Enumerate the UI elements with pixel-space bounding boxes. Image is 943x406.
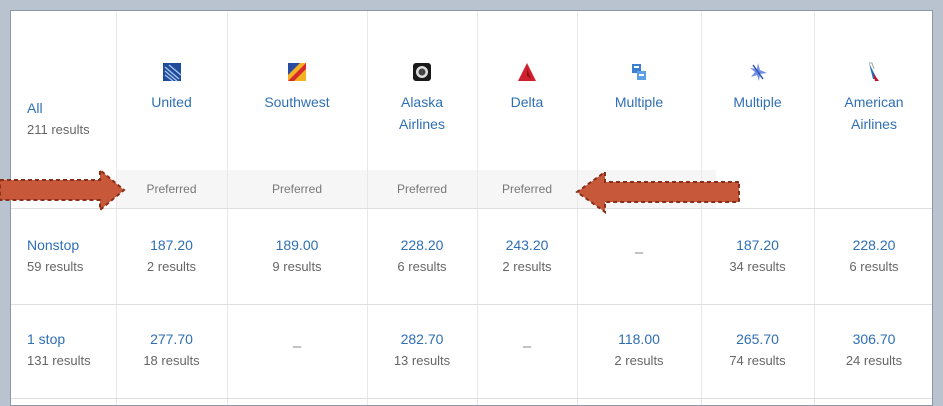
all-count: 211 results [27, 122, 90, 137]
arrow-left-annotation [575, 170, 740, 214]
price-cell[interactable]: 306.70 24 results [814, 304, 932, 398]
result-count: 13 results [393, 353, 451, 368]
preferred-label: Preferred [146, 182, 197, 196]
airline-matrix-panel: All 211 results United Southwest Alaska … [10, 10, 933, 406]
airline-name[interactable]: United [116, 91, 227, 113]
price-cell[interactable]: 228.20 6 results [367, 208, 477, 304]
price[interactable]: 187.20 [701, 234, 814, 256]
price-cell[interactable]: 243.20 2 results [477, 208, 577, 304]
preferred-label: Preferred [501, 182, 553, 196]
preferred-label: Preferred [396, 182, 448, 196]
price-cell-empty: – [227, 304, 367, 398]
price-cell[interactable]: 118.00 2 results [577, 304, 701, 398]
no-price-dash: – [292, 338, 302, 355]
southwest-logo-icon [286, 61, 308, 83]
result-count: 6 results [397, 259, 447, 274]
price[interactable]: 282.70 [367, 328, 477, 350]
airline-column-american[interactable]: American Airlines [814, 11, 932, 208]
result-count: 2 results [502, 259, 552, 274]
price[interactable]: 228.20 [814, 234, 932, 256]
price[interactable]: 265.70 [701, 328, 814, 350]
multiple-logo-icon [628, 61, 650, 83]
price[interactable]: 306.70 [814, 328, 932, 350]
result-count: 34 results [729, 259, 786, 274]
american-logo-icon [863, 61, 885, 83]
price[interactable]: 118.00 [577, 328, 701, 350]
price-cell[interactable]: 277.70 18 results [116, 304, 227, 398]
preferred-label: Preferred [271, 182, 323, 196]
result-count: 74 results [729, 353, 786, 368]
airline-name[interactable]: Multiple [577, 91, 701, 113]
price[interactable]: 243.20 [477, 234, 577, 256]
price-cell[interactable]: 187.20 2 results [116, 208, 227, 304]
price-cell[interactable]: 228.20 6 results [814, 208, 932, 304]
result-count: 9 results [272, 259, 322, 274]
arrow-right-annotation [0, 168, 126, 212]
no-price-dash: – [522, 338, 532, 355]
result-count: 2 results [146, 259, 197, 274]
all-label[interactable]: All [27, 97, 116, 119]
price-cell[interactable]: 282.70 13 results [367, 304, 477, 398]
stops-row-nonstop: Nonstop 59 results 187.20 2 results 189.… [11, 208, 932, 304]
price[interactable]: 277.70 [116, 328, 227, 350]
row-count: 59 results [27, 259, 84, 274]
result-count: 6 results [849, 259, 899, 274]
result-count: 2 results [614, 353, 664, 368]
price[interactable]: 228.20 [367, 234, 477, 256]
row-label[interactable]: 1 stop [27, 328, 116, 350]
stops-row-1-stop: 1 stop 131 results 277.70 18 results – 2… [11, 304, 932, 398]
price-cell[interactable]: 265.70 74 results [701, 304, 814, 398]
alaska-logo-icon [411, 61, 433, 83]
united-logo-icon [161, 61, 183, 83]
price-cell-empty: – [577, 208, 701, 304]
airline-name[interactable]: Southwest [227, 91, 367, 113]
row-label[interactable]: Nonstop [27, 234, 116, 256]
no-price-dash: – [634, 244, 644, 261]
airline-name[interactable]: American Airlines [834, 91, 914, 135]
nonstop-filter[interactable]: Nonstop 59 results [11, 208, 116, 304]
multiple-plane-icon [747, 61, 769, 83]
price[interactable]: 187.20 [116, 234, 227, 256]
price-cell[interactable]: 187.20 34 results [701, 208, 814, 304]
delta-logo-icon [516, 61, 538, 83]
header-row: All 211 results United Southwest Alaska … [11, 11, 932, 208]
one-stop-filter[interactable]: 1 stop 131 results [11, 304, 116, 398]
row-count: 131 results [27, 353, 91, 368]
row-divider [11, 398, 932, 399]
result-count: 24 results [845, 353, 903, 368]
airline-name[interactable]: Delta [477, 91, 577, 113]
airline-name[interactable]: Alaska Airlines [387, 91, 457, 135]
result-count: 18 results [143, 353, 200, 368]
airline-name[interactable]: Multiple [701, 91, 814, 113]
price-cell-empty: – [477, 304, 577, 398]
price[interactable]: 189.00 [227, 234, 367, 256]
price-cell[interactable]: 189.00 9 results [227, 208, 367, 304]
